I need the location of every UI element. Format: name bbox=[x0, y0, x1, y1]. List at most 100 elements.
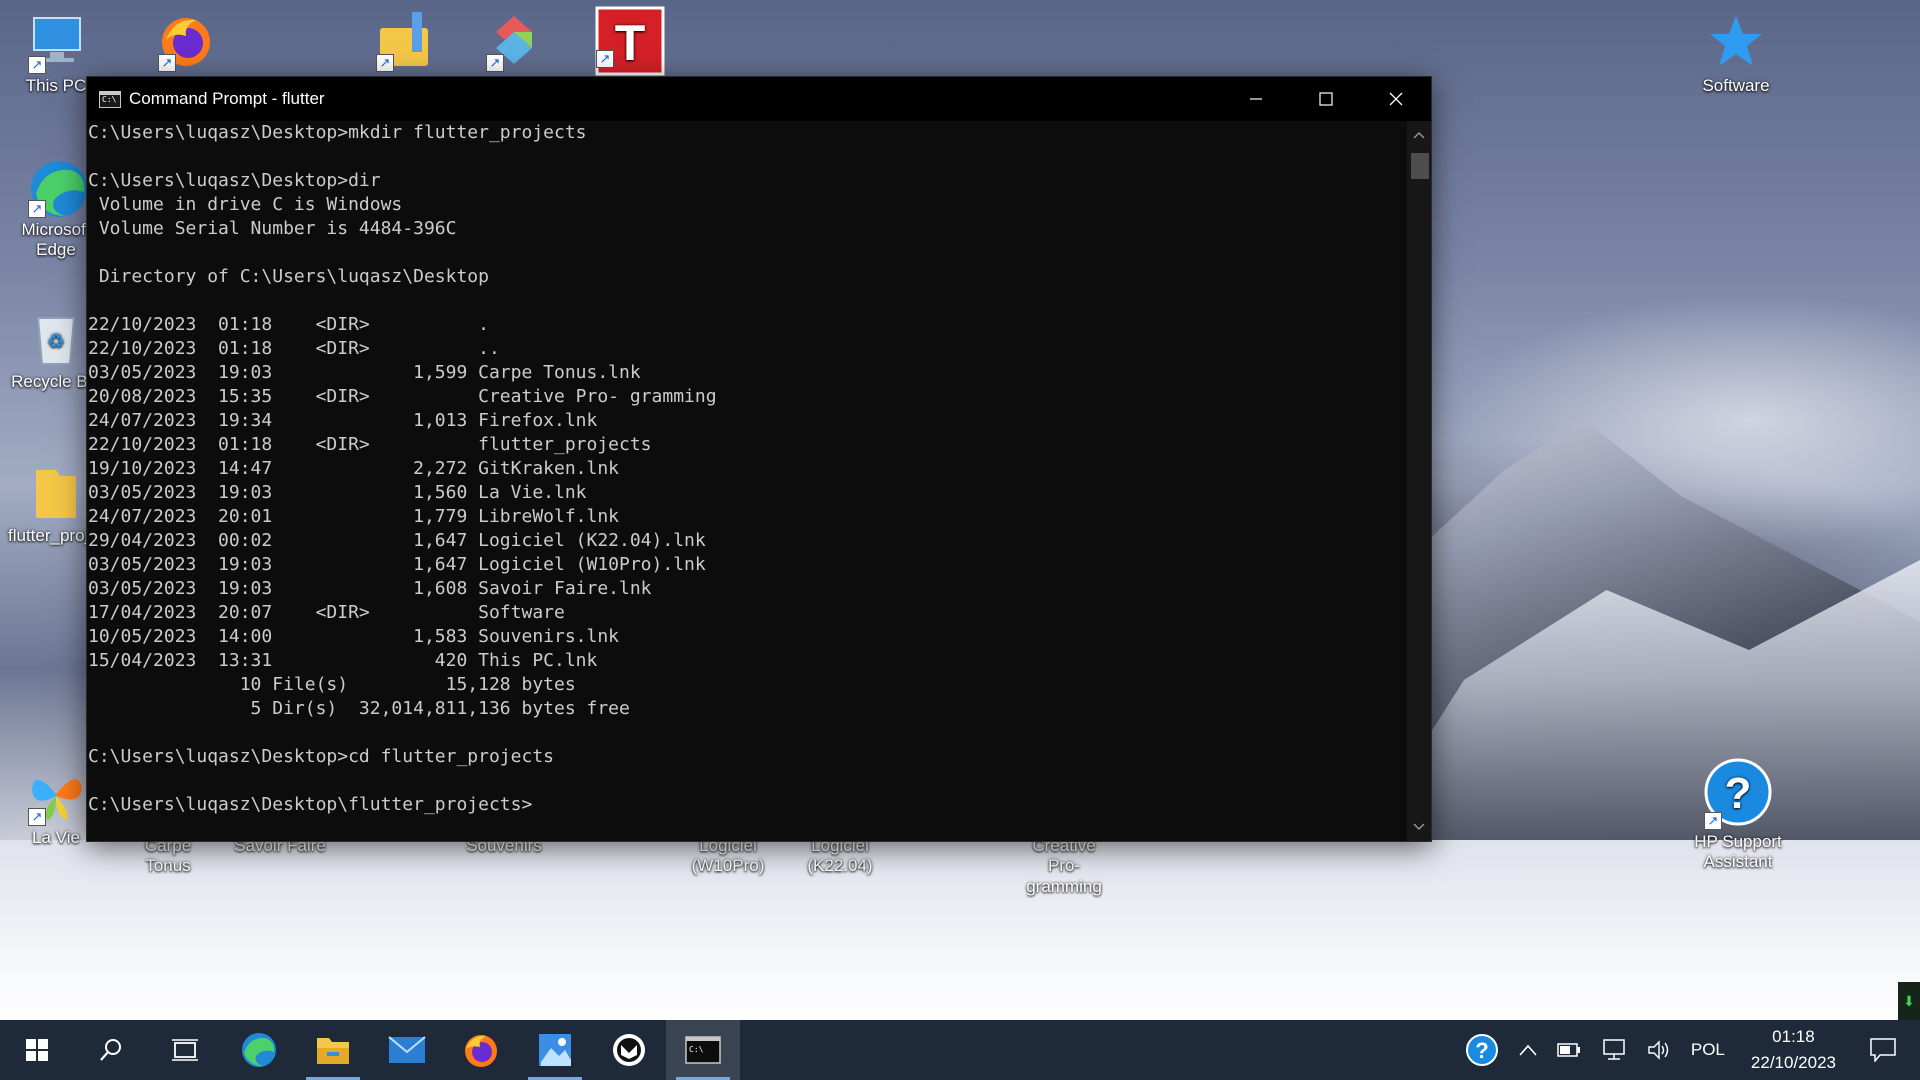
taskbar-photos[interactable] bbox=[518, 1020, 592, 1080]
console-line: 22/10/2023 01:18 <DIR> . bbox=[88, 314, 489, 335]
search-button[interactable] bbox=[74, 1020, 148, 1080]
console-line: 10 File(s) 15,128 bytes bbox=[88, 674, 576, 695]
minimize-button[interactable] bbox=[1221, 77, 1291, 121]
tray-battery[interactable] bbox=[1547, 1020, 1591, 1080]
console-line: Volume Serial Number is 4484-396C bbox=[88, 218, 457, 239]
shortcut-arrow-icon: ↗ bbox=[596, 50, 614, 68]
console-line: 24/07/2023 20:01 1,779 LibreWolf.lnk bbox=[88, 506, 620, 527]
console-line: 22/10/2023 01:18 <DIR> .. bbox=[88, 338, 500, 359]
butterfly-icon: ↗ bbox=[26, 764, 86, 826]
desktop-icon-software[interactable]: Software bbox=[1688, 12, 1784, 96]
maximize-icon bbox=[1319, 92, 1333, 106]
taskbar-librewolf[interactable] bbox=[592, 1020, 666, 1080]
network-icon bbox=[1603, 1039, 1625, 1060]
close-icon bbox=[1389, 92, 1403, 106]
console-line: 24/07/2023 19:34 1,013 Firefox.lnk bbox=[88, 410, 598, 431]
tray-help[interactable]: ? bbox=[1455, 1020, 1509, 1080]
desktop-icon-label: Software bbox=[1702, 76, 1770, 95]
mail-icon bbox=[388, 1036, 426, 1063]
desktop-icon-creative-programming[interactable]: Creative Pro- gramming bbox=[1014, 836, 1114, 897]
file-explorer-icon bbox=[317, 1038, 349, 1064]
show-hidden-icons-button[interactable] bbox=[1509, 1020, 1547, 1080]
console-line: 19/10/2023 14:47 2,272 GitKraken.lnk bbox=[88, 458, 620, 479]
clock-time: 01:18 bbox=[1772, 1027, 1815, 1046]
console-line: C:\Users\luqasz\Desktop>cd flutter_proje… bbox=[88, 746, 554, 767]
task-view-button[interactable] bbox=[148, 1020, 222, 1080]
edge-icon bbox=[242, 1033, 276, 1067]
svg-text:?: ? bbox=[1475, 1038, 1488, 1063]
window-title: Command Prompt - flutter bbox=[129, 89, 325, 108]
shortcut-arrow-icon: ↗ bbox=[1704, 812, 1722, 830]
tray-volume[interactable] bbox=[1637, 1020, 1681, 1080]
folder-ruler-icon: ↗ bbox=[374, 10, 434, 72]
task-view-icon bbox=[172, 1039, 198, 1061]
console-line: 03/05/2023 19:03 1,608 Savoir Faire.lnk bbox=[88, 578, 652, 599]
close-button[interactable] bbox=[1361, 77, 1431, 121]
desktop-icon-carpe-tonus[interactable]: Carpe Tonus bbox=[120, 836, 216, 877]
tray-network[interactable] bbox=[1591, 1020, 1637, 1080]
console-scrollbar[interactable] bbox=[1407, 121, 1431, 841]
taskbar-clock[interactable]: 01:18 22/10/2023 bbox=[1735, 1024, 1852, 1076]
shortcut-arrow-icon: ↗ bbox=[486, 54, 504, 72]
console-line: 20/08/2023 15:35 <DIR> Creative Pro- gra… bbox=[88, 386, 717, 407]
scroll-down-icon[interactable] bbox=[1407, 817, 1431, 837]
desktop-icon-text-editor[interactable]: T ↗ bbox=[576, 6, 672, 76]
language-indicator[interactable]: POL bbox=[1681, 1020, 1735, 1080]
command-prompt-icon: C:\ bbox=[99, 90, 121, 108]
help-icon: ? ↗ bbox=[1702, 756, 1774, 830]
console-line: 03/05/2023 19:03 1,599 Carpe Tonus.lnk bbox=[88, 362, 641, 383]
wallpaper-snowfield bbox=[0, 840, 1920, 1020]
command-prompt-window[interactable]: C:\ Command Prompt - flutter C:\Users\lu… bbox=[86, 76, 1432, 842]
taskbar-file-explorer[interactable] bbox=[296, 1020, 370, 1080]
this-pc-icon: ↗ bbox=[26, 12, 86, 74]
desktop-icon-folder[interactable]: ↗ bbox=[356, 10, 452, 74]
taskbar-firefox[interactable] bbox=[444, 1020, 518, 1080]
console-line: 17/04/2023 20:07 <DIR> Software bbox=[88, 602, 565, 623]
console-line: Volume in drive C is Windows bbox=[88, 194, 403, 215]
scrollbar-thumb[interactable] bbox=[1411, 153, 1429, 179]
folder-icon bbox=[26, 462, 86, 522]
console-line: 5 Dir(s) 32,014,811,136 bytes free bbox=[88, 698, 630, 719]
scroll-up-icon[interactable] bbox=[1407, 125, 1431, 145]
svg-text:?: ? bbox=[1725, 769, 1752, 818]
svg-text:C:\: C:\ bbox=[689, 1045, 704, 1054]
console-line: 03/05/2023 19:03 1,647 Logiciel (W10Pro)… bbox=[88, 554, 706, 575]
search-icon bbox=[100, 1039, 121, 1061]
desktop-icon-logiciel-k2204[interactable]: Logiciel (K22.04) bbox=[792, 836, 888, 877]
command-prompt-icon: C:\ bbox=[685, 1036, 721, 1064]
console-line: 29/04/2023 00:02 1,647 Logiciel (K22.04)… bbox=[88, 530, 706, 551]
notification-icon bbox=[1870, 1038, 1896, 1062]
battery-icon bbox=[1557, 1043, 1580, 1057]
desktop-icon-hp-support[interactable]: ? ↗ HP Support Assistant bbox=[1688, 756, 1788, 873]
action-center-button[interactable] bbox=[1852, 1020, 1920, 1080]
minimize-icon bbox=[1250, 98, 1262, 100]
desktop-icon-gitkraken[interactable]: ↗ bbox=[466, 10, 562, 74]
taskbar-mail[interactable] bbox=[370, 1020, 444, 1080]
star-icon bbox=[1706, 12, 1766, 72]
console-output[interactable]: C:\Users\luqasz\Desktop>mkdir flutter_pr… bbox=[87, 121, 1407, 841]
start-button[interactable] bbox=[0, 1020, 74, 1080]
clock-date: 22/10/2023 bbox=[1750, 1053, 1836, 1072]
console-line: C:\Users\luqasz\Desktop>mkdir flutter_pr… bbox=[88, 122, 587, 143]
firefox-icon: ↗ bbox=[156, 10, 216, 72]
shortcut-arrow-icon: ↗ bbox=[158, 54, 176, 72]
desktop-icon-label: Logiciel (K22.04) bbox=[807, 836, 873, 876]
console-line: 22/10/2023 01:18 <DIR> flutter_projects bbox=[88, 434, 652, 455]
desktop-icon-label: Logiciel (W10Pro) bbox=[691, 836, 765, 876]
shortcut-arrow-icon: ↗ bbox=[28, 56, 46, 74]
console-line: 03/05/2023 19:03 1,560 La Vie.lnk bbox=[88, 482, 587, 503]
shortcut-arrow-icon: ↗ bbox=[376, 54, 394, 72]
shortcut-arrow-icon: ↗ bbox=[28, 200, 46, 218]
window-titlebar[interactable]: C:\ Command Prompt - flutter bbox=[87, 77, 1431, 121]
desktop-icon-firefox[interactable]: ↗ bbox=[138, 10, 234, 74]
taskbar-command-prompt[interactable]: C:\ bbox=[666, 1020, 740, 1080]
console-line: 15/04/2023 13:31 420 This PC.lnk bbox=[88, 650, 598, 671]
maximize-button[interactable] bbox=[1291, 77, 1361, 121]
start-icon bbox=[26, 1039, 48, 1061]
desktop-icon-label: Carpe Tonus bbox=[144, 836, 192, 876]
desktop-icon-logiciel-w10pro[interactable]: Logiciel (W10Pro) bbox=[680, 836, 776, 877]
help-icon: ? bbox=[1465, 1034, 1498, 1066]
taskbar-edge[interactable] bbox=[222, 1020, 296, 1080]
